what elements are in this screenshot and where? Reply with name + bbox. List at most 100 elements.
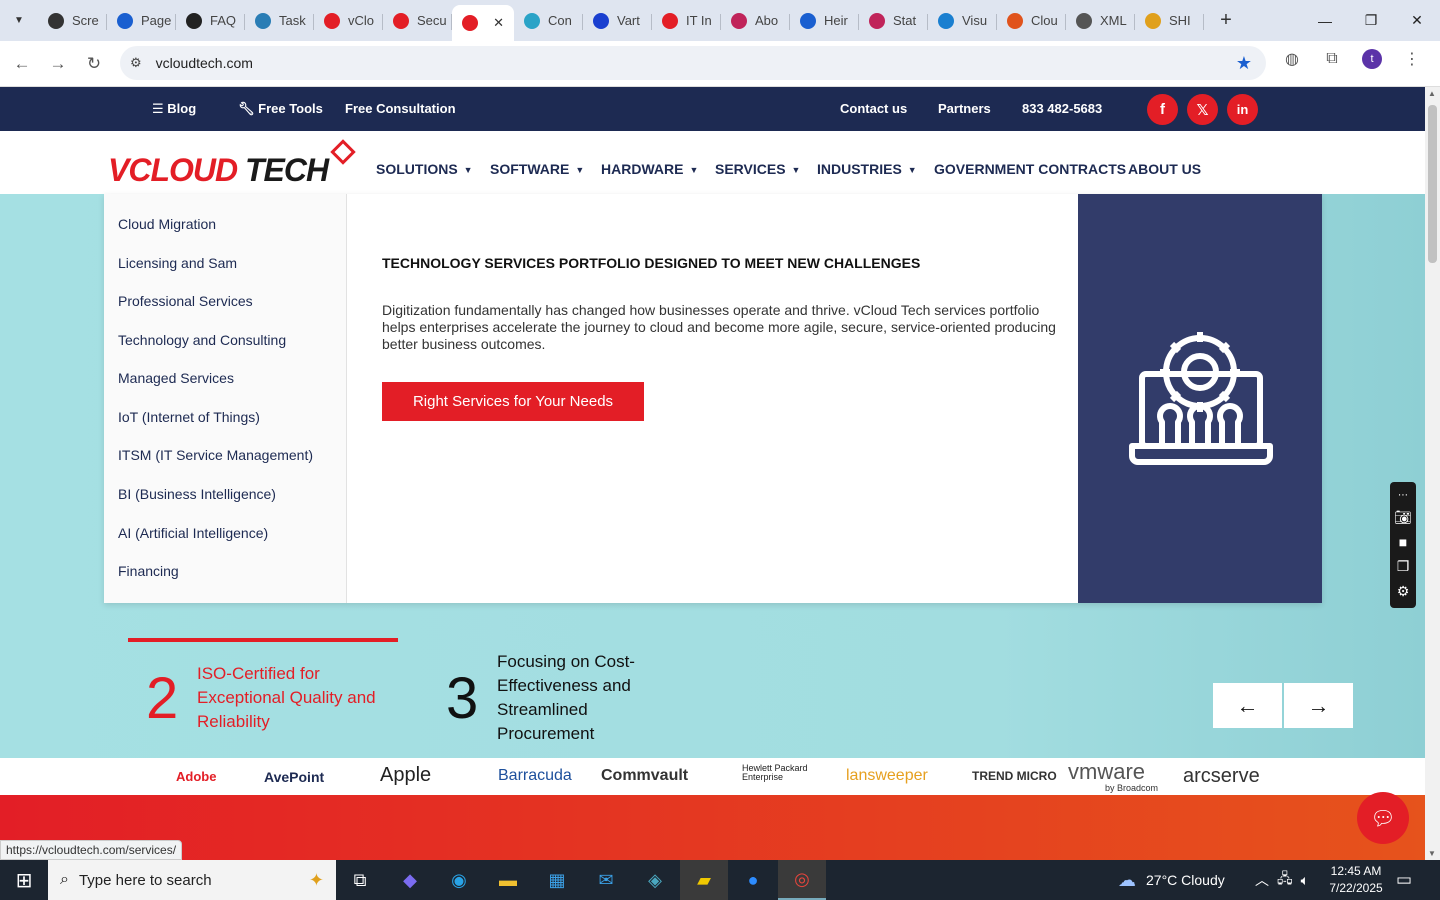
browser-tab[interactable]: SHI	[1135, 5, 1204, 37]
blog-label: Blog	[167, 101, 197, 116]
tab-search-button[interactable]: ▼	[8, 10, 30, 32]
camera-icon[interactable]: 📷︎	[1394, 509, 1412, 526]
carousel-next-button[interactable]: →	[1284, 683, 1353, 728]
browser-tab[interactable]: XML	[1066, 5, 1135, 37]
copy-icon[interactable]: ❐	[1397, 558, 1410, 575]
mail-icon[interactable]: ✉	[582, 860, 630, 900]
tab-favicon-icon	[524, 12, 540, 29]
browser-tab[interactable]: Task	[245, 5, 314, 37]
copilot-icon[interactable]: ◆	[386, 860, 434, 900]
url-text[interactable]: vcloudtech.com	[156, 55, 253, 71]
caret-down-icon: ▼	[907, 165, 917, 175]
network-icon[interactable]: 🖧︎	[1277, 868, 1293, 892]
browser-tab[interactable]: Clou	[997, 5, 1066, 37]
browser-tab[interactable]: Scre	[38, 5, 107, 37]
extensions-icon[interactable]: ⧉	[1312, 50, 1352, 68]
page-scrollbar[interactable]: ▲ ▼	[1425, 87, 1440, 860]
chrome-icon[interactable]: ◎	[778, 860, 826, 900]
file-explorer-icon[interactable]: ▬	[484, 860, 532, 900]
browser-tab[interactable]: FAQ	[176, 5, 245, 37]
browser-tab[interactable]: Vart	[583, 5, 652, 37]
bookmark-star-icon[interactable]: ★	[1236, 53, 1252, 74]
phone-link[interactable]: 833 482-5683	[1022, 101, 1102, 116]
nav-solutions[interactable]: SOLUTIONS ▼	[376, 161, 473, 177]
windows-taskbar: ⊞ ⌕ Type here to search ✦ ⧉ ◆ ◉ ▬ ▦ ✉ ◈ …	[0, 860, 1440, 900]
translate-icon[interactable]: ◍	[1272, 49, 1312, 69]
nav-software[interactable]: SOFTWARE ▼	[490, 161, 584, 177]
tab-close-icon[interactable]: ✕	[493, 15, 504, 31]
nav-industries[interactable]: INDUSTRIES ▼	[817, 161, 917, 177]
x-twitter-icon[interactable]: 𝕏	[1187, 94, 1218, 125]
browser-tab[interactable]: Abo	[721, 5, 790, 37]
taskbar-search[interactable]: ⌕ Type here to search ✦	[48, 860, 336, 900]
services-submenu-item[interactable]: Managed Services	[118, 370, 234, 386]
services-submenu-item[interactable]: AI (Artificial Intelligence)	[118, 525, 268, 541]
tab-title: Heir	[824, 13, 848, 28]
services-submenu-item[interactable]: BI (Business Intelligence)	[118, 486, 276, 502]
new-tab-button[interactable]: +	[1212, 9, 1240, 32]
browser-tab[interactable]: Secu	[383, 5, 452, 37]
back-icon[interactable]: ←	[4, 54, 40, 74]
linkedin-icon[interactable]: in	[1227, 94, 1258, 125]
services-submenu-item[interactable]: ITSM (IT Service Management)	[118, 447, 313, 463]
widget-more-icon[interactable]: ⋯	[1398, 490, 1408, 501]
carousel-prev-button[interactable]: ←	[1213, 683, 1282, 728]
browser-tab[interactable]: Stat	[859, 5, 928, 37]
scroll-up-icon[interactable]: ▲	[1428, 89, 1436, 98]
footer-band	[0, 795, 1425, 860]
browser-tab[interactable]: ✕	[452, 5, 514, 41]
settings-gear-icon[interactable]: ⚙	[1397, 583, 1410, 600]
tab-title: vClo	[348, 13, 375, 28]
services-submenu-item[interactable]: Technology and Consulting	[118, 332, 286, 348]
tray-expand-icon[interactable]: ︿	[1255, 870, 1269, 890]
store-icon[interactable]: ▦	[533, 860, 581, 900]
browser-tab[interactable]: Con	[514, 5, 583, 37]
scroll-down-icon[interactable]: ▼	[1428, 849, 1436, 858]
nav-about-us[interactable]: ABOUT US	[1128, 161, 1201, 177]
browser-tab[interactable]: Heir	[790, 5, 859, 37]
scroll-thumb[interactable]	[1428, 105, 1437, 263]
vcloud-tech-logo[interactable]: VCLOUD TECH	[108, 139, 358, 188]
windows-start-icon[interactable]: ⊞	[0, 860, 48, 900]
services-submenu-item[interactable]: Cloud Migration	[118, 216, 216, 232]
free-consultation-link[interactable]: Free Consultation	[345, 101, 456, 116]
nav-services[interactable]: SERVICES ▼	[715, 161, 800, 177]
blog-link[interactable]: ☰ Blog	[152, 101, 196, 117]
services-submenu-item[interactable]: IoT (Internet of Things)	[118, 409, 260, 425]
services-submenu-item[interactable]: Licensing and Sam	[118, 255, 237, 271]
zoom-icon[interactable]: ●	[729, 860, 777, 900]
clock[interactable]: 12:45 AM 7/22/2025	[1329, 860, 1382, 900]
site-info-icon[interactable]: ⚙	[130, 55, 142, 71]
task-view-icon[interactable]: ⧉	[336, 860, 384, 900]
edge-icon[interactable]: ◉	[435, 860, 483, 900]
free-tools-link[interactable]: 🔧︎ Free Tools	[238, 101, 323, 117]
facebook-icon[interactable]: f	[1147, 94, 1178, 125]
right-services-button[interactable]: Right Services for Your Needs	[382, 382, 644, 421]
omnibox[interactable]: ⚙ vcloudtech.com ★	[120, 46, 1266, 80]
contact-link[interactable]: Contact us	[840, 101, 907, 116]
profile-avatar[interactable]: t	[1362, 49, 1382, 69]
sticky-notes-icon[interactable]: ▰	[680, 860, 728, 900]
forward-icon[interactable]: →	[40, 54, 76, 74]
browser-tab[interactable]: vClo	[314, 5, 383, 37]
browser-tab[interactable]: Page	[107, 5, 176, 37]
cloud-icon: ☁	[1118, 869, 1136, 890]
more-menu-icon[interactable]: ⋮	[1392, 49, 1432, 69]
browser-tab[interactable]: IT In	[652, 5, 721, 37]
partners-link[interactable]: Partners	[938, 101, 991, 116]
app-icon[interactable]: ◈	[631, 860, 679, 900]
nav-government-contracts[interactable]: GOVERNMENT CONTRACTS	[934, 161, 1126, 177]
minimize-icon[interactable]: —	[1302, 0, 1348, 41]
services-submenu-item[interactable]: Financing	[118, 563, 179, 579]
browser-tab[interactable]: Visu	[928, 5, 997, 37]
reload-icon[interactable]: ↻	[76, 54, 112, 74]
close-window-icon[interactable]: ✕	[1394, 0, 1440, 41]
restore-icon[interactable]: ❐	[1348, 0, 1394, 41]
chat-icon[interactable]: 💬︎	[1357, 792, 1409, 844]
volume-icon[interactable]: 🔈︎	[1301, 872, 1309, 889]
services-submenu-item[interactable]: Professional Services	[118, 293, 253, 309]
nav-hardware[interactable]: HARDWARE ▼	[601, 161, 698, 177]
notification-icon[interactable]: ▭	[1396, 860, 1412, 900]
video-icon[interactable]: ■	[1399, 534, 1407, 550]
weather-widget[interactable]: ☁ 27°C Cloudy	[1118, 860, 1225, 900]
